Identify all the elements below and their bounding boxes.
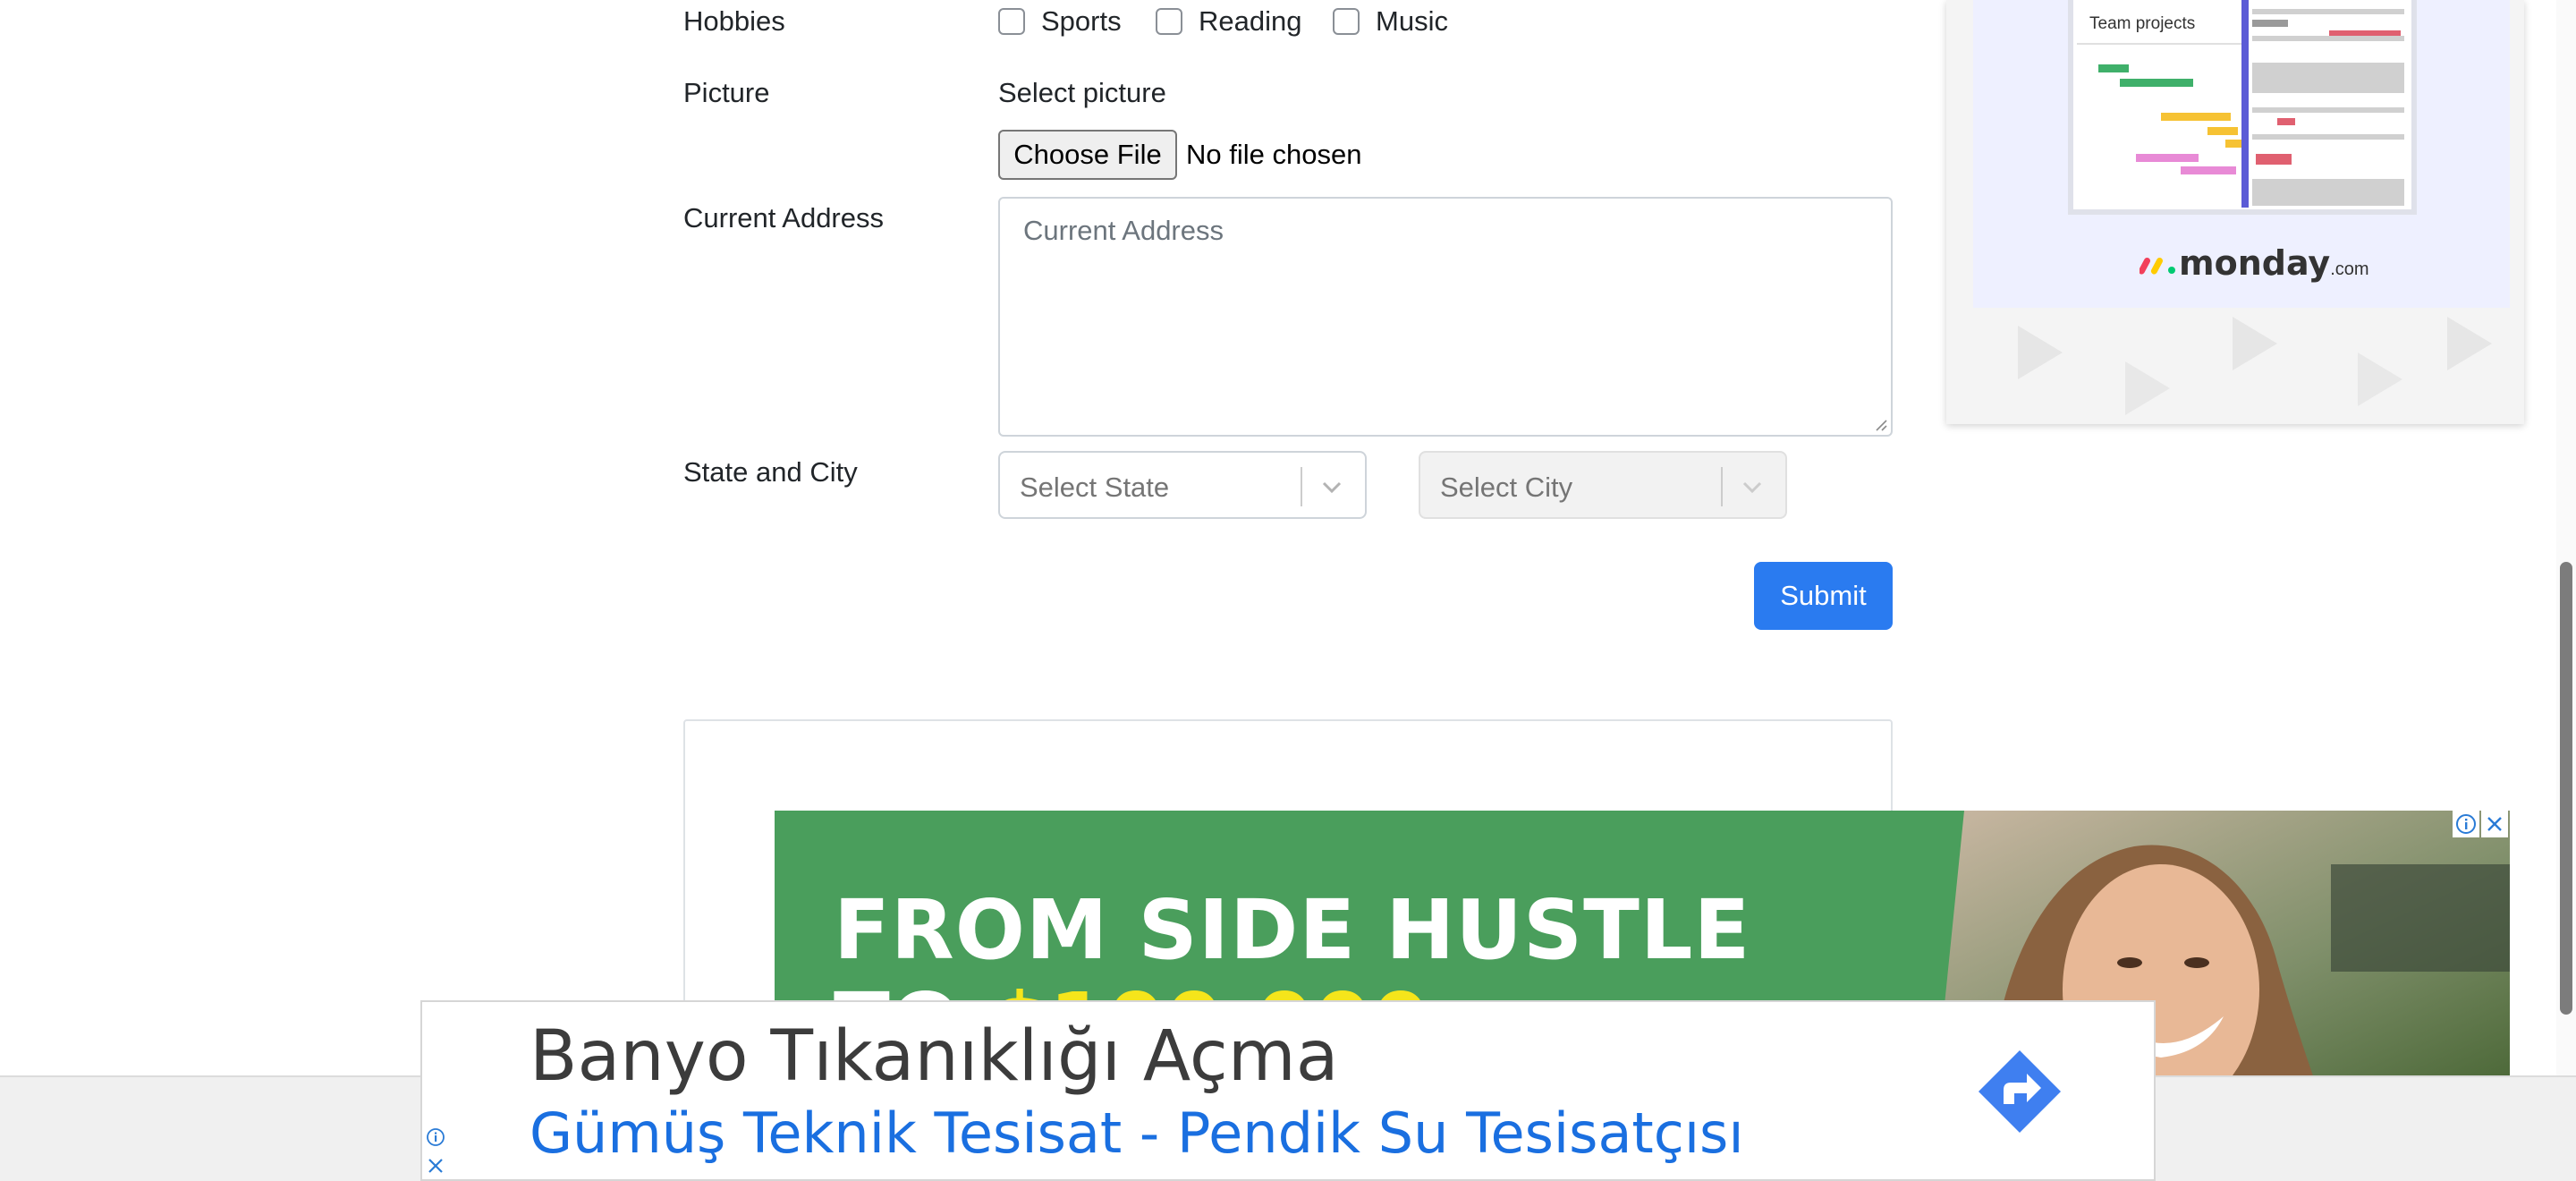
file-status: No file chosen — [1186, 139, 1362, 170]
city-separator — [1721, 467, 1723, 506]
sports-label[interactable]: Sports — [1041, 5, 1122, 38]
hobby-sports[interactable]: Sports — [998, 5, 1122, 38]
reading-checkbox[interactable] — [1156, 8, 1182, 35]
hobby-music[interactable]: Music — [1333, 5, 1448, 38]
scrollbar-thumb[interactable] — [2560, 562, 2572, 1015]
monday-logo: monday .com — [2140, 243, 2369, 283]
music-checkbox[interactable] — [1333, 8, 1360, 35]
submit-button[interactable]: Submit — [1754, 562, 1893, 630]
directions-arrow-icon[interactable] — [1975, 1047, 2064, 1136]
state-city-label: State and City — [683, 456, 858, 488]
monday-brand-suffix: .com — [2330, 259, 2369, 279]
chevron-down-icon[interactable] — [1320, 476, 1343, 497]
current-address-textarea[interactable]: Current Address — [998, 197, 1893, 437]
current-address-placeholder: Current Address — [1023, 215, 1224, 246]
ad-headline-line1: FROM SIDE HUSTLE — [834, 882, 1751, 978]
chevron-down-icon[interactable] — [1741, 476, 1764, 497]
monday-ad[interactable]: Team projects monday .com — [1946, 0, 2524, 424]
reading-label[interactable]: Reading — [1199, 5, 1301, 38]
city-select[interactable]: Select City — [1419, 451, 1787, 519]
city-placeholder: Select City — [1440, 472, 1573, 503]
bottom-ad-subtitle[interactable]: Gümüş Teknik Tesisat - Pendik Su Tesisat… — [530, 1100, 1744, 1166]
ad-background-pattern — [2018, 317, 2492, 415]
sports-checkbox[interactable] — [998, 8, 1025, 35]
hobbies-label: Hobbies — [683, 5, 785, 37]
choose-file-button[interactable]: Choose File — [998, 130, 1177, 180]
music-label[interactable]: Music — [1376, 5, 1448, 38]
bottom-sticky-ad[interactable]: Banyo Tıkanıklığı Açma Gümüş Teknik Tesi… — [420, 1000, 2156, 1181]
ad-info-icon[interactable] — [2453, 811, 2479, 837]
gantt-chart-illustration — [2098, 0, 2404, 208]
state-select[interactable]: Select State — [998, 451, 1367, 519]
monday-ad-panel: Team projects monday .com — [1973, 0, 2510, 308]
state-placeholder: Select State — [1020, 472, 1170, 503]
resize-handle-icon[interactable] — [1875, 419, 1887, 431]
team-projects-card: Team projects — [2068, 0, 2417, 215]
hobby-reading[interactable]: Reading — [1156, 5, 1301, 38]
monday-brand: monday — [2179, 243, 2331, 283]
monday-logo-icon — [2140, 257, 2175, 275]
ad-close-icon[interactable] — [424, 1154, 447, 1177]
state-separator — [1301, 467, 1302, 506]
picture-prompt: Select picture — [998, 77, 1166, 108]
ad-info-icon[interactable] — [424, 1126, 447, 1149]
ad-close-icon[interactable] — [2481, 811, 2508, 837]
current-address-label: Current Address — [683, 202, 884, 234]
picture-label: Picture — [683, 77, 770, 108]
bottom-ad-title[interactable]: Banyo Tıkanıklığı Açma — [530, 1016, 1339, 1097]
